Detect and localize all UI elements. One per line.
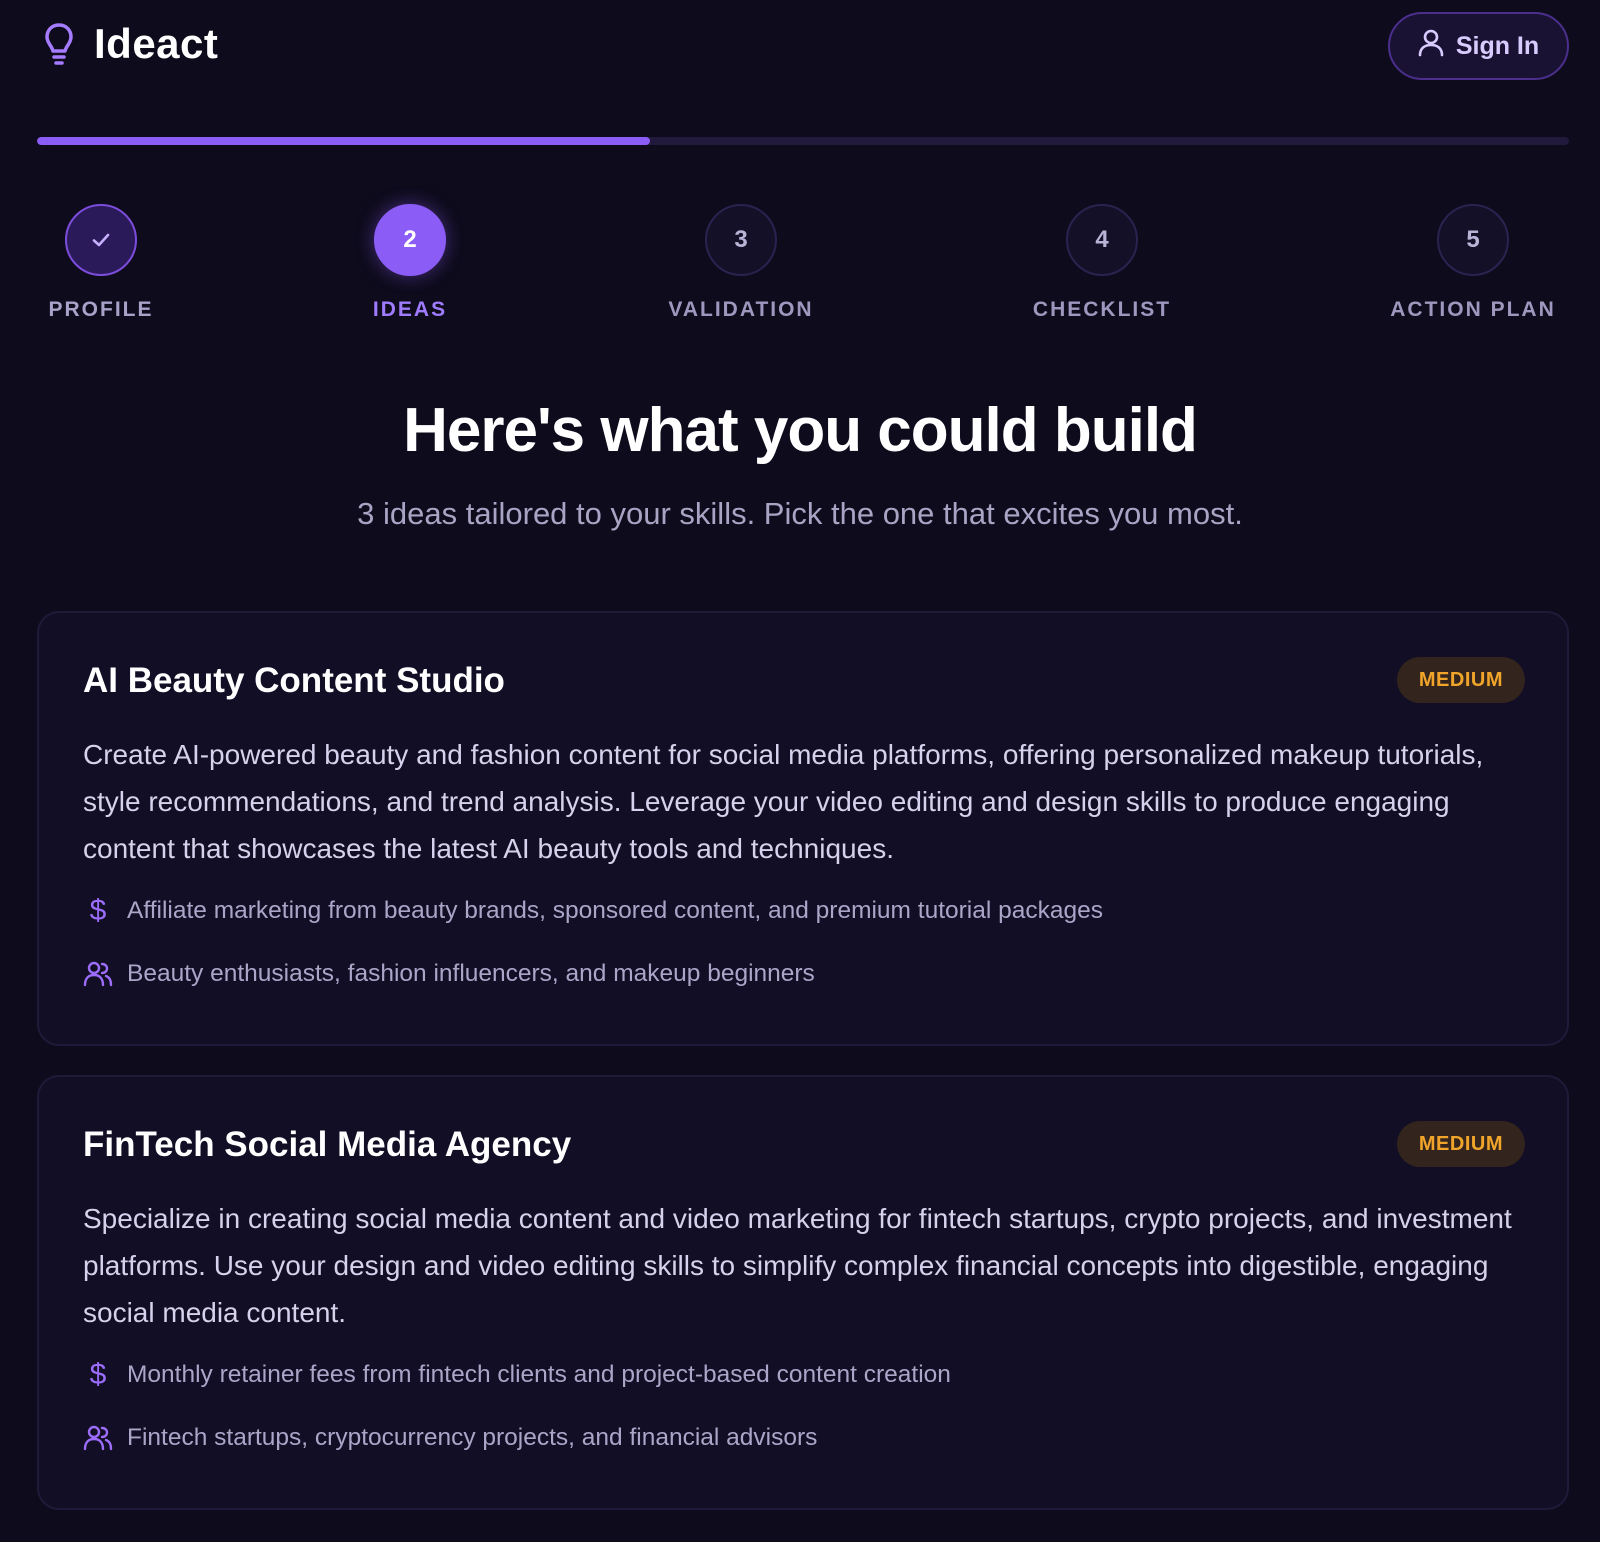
idea-card[interactable]: FinTech Social Media Agency MEDIUM Speci… [37, 1075, 1569, 1510]
sign-in-label: Sign In [1455, 31, 1540, 60]
dollar-icon: $ [89, 894, 107, 927]
audience-row: Fintech startups, cryptocurrency project… [83, 1423, 817, 1453]
step-checklist[interactable]: 4 CHECKLIST [1033, 204, 1169, 322]
idea-description: Specialize in creating social media cont… [83, 1203, 1512, 1328]
revenue-row: $ Monthly retainer fees from fintech cli… [83, 1360, 951, 1390]
step-check-icon [65, 204, 137, 276]
page-title: Here's what you could build [403, 396, 1198, 465]
idea-title: FinTech Social Media Agency [83, 1125, 572, 1164]
audience-text: Fintech startups, cryptocurrency project… [127, 1424, 818, 1451]
lightbulb-icon [42, 20, 76, 68]
users-icon [83, 1423, 113, 1453]
step-validation[interactable]: 3 VALIDATION [668, 204, 812, 322]
revenue-row: $ Affiliate marketing from beauty brands… [83, 896, 1103, 926]
revenue-text: Monthly retainer fees from fintech clien… [127, 1361, 951, 1388]
idea-description: Create AI-powered beauty and fashion con… [83, 739, 1484, 864]
step-number: 3 [705, 204, 777, 276]
brand[interactable]: Ideact [42, 20, 218, 68]
difficulty-badge: MEDIUM [1396, 657, 1525, 703]
step-number: 5 [1437, 204, 1509, 276]
step-number: 2 [374, 204, 446, 276]
progress-fill [37, 137, 650, 145]
step-profile[interactable]: PROFILE [49, 204, 152, 322]
page-subtitle: 3 ideas tailored to your skills. Pick th… [357, 496, 1243, 531]
idea-card[interactable]: AI Beauty Content Studio MEDIUM Create A… [37, 611, 1569, 1046]
header: Ideact Sign In [0, 0, 1600, 100]
step-label: VALIDATION [668, 298, 814, 321]
step-action-plan[interactable]: 5 ACTION PLAN [1390, 204, 1554, 322]
step-label: ACTION PLAN [1390, 298, 1556, 321]
app-name: Ideact [94, 20, 219, 67]
idea-title: AI Beauty Content Studio [83, 661, 505, 700]
step-number: 4 [1066, 204, 1138, 276]
dollar-icon: $ [89, 1358, 107, 1391]
difficulty-badge: MEDIUM [1396, 1121, 1525, 1167]
step-ideas[interactable]: 2 IDEAS [373, 204, 447, 322]
progress-bar [37, 137, 1569, 145]
users-icon [83, 959, 113, 989]
audience-text: Beauty enthusiasts, fashion influencers,… [127, 960, 815, 987]
user-icon [1418, 29, 1444, 64]
audience-row: Beauty enthusiasts, fashion influencers,… [83, 959, 815, 989]
step-label: IDEAS [372, 298, 448, 321]
ideas-page: Ideact Sign In PROFILE 2 IDEAS 3 VALIDAT… [0, 0, 1600, 1542]
revenue-text: Affiliate marketing from beauty brands, … [127, 897, 1103, 924]
sign-in-button[interactable]: Sign In [1388, 12, 1569, 80]
step-label: CHECKLIST [1032, 298, 1172, 321]
step-label: PROFILE [48, 298, 154, 321]
